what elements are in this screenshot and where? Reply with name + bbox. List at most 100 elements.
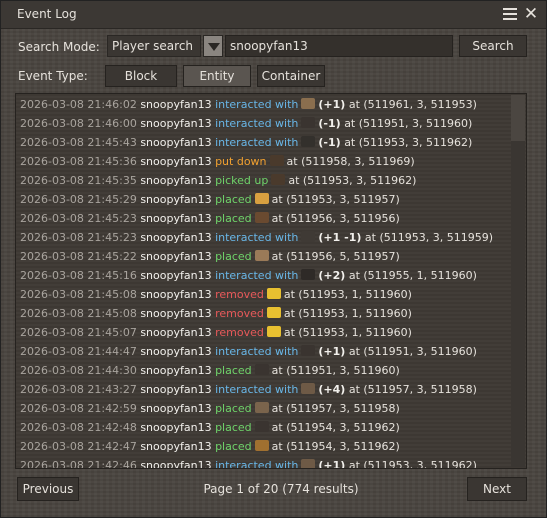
log-action: interacted with (215, 269, 299, 282)
log-player: snoopyfan13 (140, 459, 212, 469)
log-coordinates: at (511957, 3, 511958) (271, 402, 400, 415)
log-action: placed (215, 364, 252, 377)
gold-item-icon (266, 326, 281, 337)
scrollbar[interactable] (511, 95, 525, 467)
log-coordinates: at (511954, 3, 511962) (271, 440, 400, 453)
event-type-container-button[interactable]: Container (257, 65, 325, 87)
log-coordinates: at (511953, 1, 511960) (283, 326, 412, 339)
log-row: 2026-03-08 21:46:02 snoopyfan13 interact… (20, 95, 477, 114)
log-action: interacted with (215, 459, 299, 469)
log-player: snoopyfan13 (140, 440, 212, 453)
event-type-block-button[interactable]: Block (105, 65, 177, 87)
chevron-down-icon[interactable] (203, 35, 223, 57)
log-action: placed (215, 440, 252, 453)
chest-item-icon (271, 174, 286, 185)
log-coordinates: at (511951, 3, 511960) (348, 345, 477, 358)
log-row: 2026-03-08 21:45:29 snoopyfan13 placed at… (20, 190, 400, 209)
log-player: snoopyfan13 (140, 421, 212, 434)
log-timestamp: 2026-03-08 21:45:08 (20, 288, 137, 301)
log-player: snoopyfan13 (140, 288, 212, 301)
log-quantity-change: (+1) (318, 98, 346, 111)
log-timestamp: 2026-03-08 21:44:30 (20, 364, 137, 377)
log-timestamp: 2026-03-08 21:43:27 (20, 383, 137, 396)
menu-icon[interactable] (503, 8, 517, 20)
log-timestamp: 2026-03-08 21:45:43 (20, 136, 137, 149)
plank-item-icon (254, 402, 269, 413)
bag-item-icon (301, 269, 316, 280)
previous-button[interactable]: Previous (17, 477, 79, 501)
log-action: placed (215, 421, 252, 434)
log-player: snoopyfan13 (140, 98, 212, 111)
log-player: snoopyfan13 (140, 136, 212, 149)
log-coordinates: at (511951, 3, 511960) (344, 117, 473, 130)
log-timestamp: 2026-03-08 21:46:02 (20, 98, 137, 111)
log-row: 2026-03-08 21:45:08 snoopyfan13 removed a… (20, 304, 412, 323)
dark-item-icon (254, 364, 269, 375)
log-row: 2026-03-08 21:46:00 snoopyfan13 interact… (20, 114, 472, 133)
log-timestamp: 2026-03-08 21:45:23 (20, 231, 137, 244)
search-mode-select[interactable]: Player search (107, 35, 201, 57)
log-action: placed (215, 402, 252, 415)
log-row: 2026-03-08 21:42:46 snoopyfan13 interact… (20, 456, 477, 469)
dark-item-icon (301, 117, 316, 128)
log-action: interacted with (215, 231, 299, 244)
chest-item-icon (269, 155, 284, 166)
log-coordinates: at (511953, 1, 511960) (283, 307, 412, 320)
log-player: snoopyfan13 (140, 193, 212, 206)
log-coordinates: at (511953, 1, 511960) (283, 288, 412, 301)
log-row: 2026-03-08 21:45:43 snoopyfan13 interact… (20, 133, 472, 152)
dark-item-icon (254, 421, 269, 432)
log-quantity-change: (+2) (318, 269, 346, 282)
log-quantity-change: (-1) (318, 136, 341, 149)
log-timestamp: 2026-03-08 21:42:47 (20, 440, 137, 453)
log-quantity-change: (+1) (318, 345, 346, 358)
log-action: placed (215, 193, 252, 206)
dark-item-icon (301, 231, 316, 242)
log-timestamp: 2026-03-08 21:42:59 (20, 402, 137, 415)
torch-item-icon (254, 440, 269, 451)
event-log-list: 2026-03-08 21:46:02 snoopyfan13 interact… (15, 93, 527, 469)
close-icon[interactable]: ✕ (523, 5, 539, 23)
log-row: 2026-03-08 21:44:47 snoopyfan13 interact… (20, 342, 477, 361)
log-action: placed (215, 250, 252, 263)
log-quantity-change: (+1 -1) (318, 231, 362, 244)
log-player: snoopyfan13 (140, 155, 212, 168)
event-type-label: Event Type: (18, 69, 88, 83)
log-action: interacted with (215, 345, 299, 358)
log-action: interacted with (215, 383, 299, 396)
log-row: 2026-03-08 21:45:07 snoopyfan13 removed a… (20, 323, 412, 342)
log-action: interacted with (215, 98, 299, 111)
log-player: snoopyfan13 (140, 345, 212, 358)
wood-item-icon (301, 98, 316, 109)
event-type-entity-button[interactable]: Entity (183, 65, 251, 87)
log-row: 2026-03-08 21:45:36 snoopyfan13 put down… (20, 152, 415, 171)
scrollbar-thumb[interactable] (511, 95, 525, 141)
next-button[interactable]: Next (467, 477, 527, 501)
gold-item-icon (266, 288, 281, 299)
log-coordinates: at (511956, 3, 511956) (271, 212, 400, 225)
log-coordinates: at (511958, 3, 511969) (286, 155, 415, 168)
search-button[interactable]: Search (459, 35, 527, 57)
dark-item-icon (301, 345, 316, 356)
search-input[interactable]: snoopyfan13 (225, 35, 453, 57)
log-timestamp: 2026-03-08 21:45:07 (20, 326, 137, 339)
log-coordinates: at (511953, 3, 511962) (348, 459, 477, 469)
log-action: put down (215, 155, 267, 168)
log-player: snoopyfan13 (140, 269, 212, 282)
log-quantity-change: (-1) (318, 117, 341, 130)
window-title: Event Log (17, 7, 77, 21)
log-coordinates: at (511957, 3, 511958) (348, 383, 477, 396)
dark-item-icon (301, 136, 316, 147)
log-row: 2026-03-08 21:45:22 snoopyfan13 placed at… (20, 247, 400, 266)
log-player: snoopyfan13 (140, 250, 212, 263)
log-timestamp: 2026-03-08 21:45:36 (20, 155, 137, 168)
stick-item-icon (254, 212, 269, 223)
box-item-icon (254, 193, 269, 204)
log-quantity-change: (+4) (318, 383, 346, 396)
log-timestamp: 2026-03-08 21:42:48 (20, 421, 137, 434)
title-bar[interactable]: Event Log ✕ (1, 1, 546, 29)
log-player: snoopyfan13 (140, 174, 212, 187)
log-player: snoopyfan13 (140, 402, 212, 415)
search-mode-label: Search Mode: (18, 40, 100, 54)
pagination-info: Page 1 of 20 (774 results) (203, 482, 359, 496)
